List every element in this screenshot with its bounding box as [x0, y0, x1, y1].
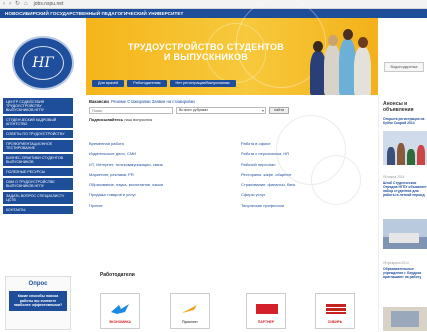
- search-input[interactable]: [89, 107, 173, 114]
- employer-logo-prospect[interactable]: Проспект: [170, 293, 210, 329]
- category-link[interactable]: ИТ, Интернет, телекоммуникации, связь: [89, 160, 219, 170]
- home-icon[interactable]: ⌂: [24, 1, 28, 7]
- news-heading: Анонсы и объявления: [383, 101, 414, 113]
- category-link[interactable]: Маркетинг, реклама, PR: [89, 170, 219, 180]
- partner-icon: [256, 304, 278, 314]
- back-icon[interactable]: ‹: [3, 1, 5, 7]
- category-select[interactable]: Во всех рубриках: [176, 107, 266, 114]
- poll-question[interactable]: Какие способы поиска работы вы считаете …: [9, 291, 67, 311]
- employer-caption: СИБИРЬ: [327, 320, 343, 324]
- sidebar-item-ask-question[interactable]: Задать вопрос специалисту ЦСТВ: [3, 192, 73, 204]
- sidebar: Центр содействия трудоустройству выпускн…: [0, 95, 77, 332]
- banner-title-line: ТРУДОУСТРОЙСТВО СТУДЕНТОВ: [127, 42, 285, 52]
- news-item[interactable]: Образовательные учреждения г. Бердска пр…: [383, 267, 427, 279]
- employer-logo-sibir[interactable]: СИБИРЬ: [315, 293, 355, 329]
- news-item[interactable]: Штаб Студенческих Отрядов НГПУ объявляет…: [383, 181, 427, 197]
- tab-employers[interactable]: Работодателям: [127, 80, 167, 87]
- forward-icon[interactable]: ›: [9, 1, 11, 7]
- browser-toolbar: ‹ › ↻ ⌂ jobs.nspu.net: [0, 0, 427, 9]
- students-photo: [308, 26, 376, 95]
- person-figure: [354, 37, 371, 95]
- category-link[interactable]: Работа в офисе: [241, 139, 371, 149]
- tab-graduates[interactable]: Нет регистрации/Выпускникам: [169, 80, 236, 87]
- news-photo[interactable]: [383, 307, 427, 331]
- search-bar: Во всех рубриках найти: [89, 107, 290, 114]
- sidebar-item-resources[interactable]: Полезные ресурсы: [3, 168, 73, 176]
- right-panel-button[interactable]: Водоподкрепка: [384, 62, 424, 72]
- banner-image: ТРУДОУСТРОЙСТВО СТУДЕНТОВ И ВЫПУСКНИКОВ …: [86, 0, 378, 95]
- poll-widget: Опрос Какие способы поиска работы вы счи…: [5, 276, 71, 330]
- logo-monogram: НГ: [22, 46, 64, 80]
- category-link[interactable]: Образование, наука, воспитание, языки: [89, 180, 219, 190]
- university-logo[interactable]: НГ: [12, 36, 74, 90]
- category-link[interactable]: Продажа товаров и услуг: [89, 190, 219, 200]
- category-link[interactable]: Рестораны, кафе, общепит: [241, 170, 371, 180]
- sidebar-item-advice[interactable]: Советы по трудоустройству: [3, 130, 73, 138]
- logo-column: НГ: [0, 18, 86, 95]
- main-content: Вакансии Резюме Стажировки Заявки на ста…: [86, 95, 373, 332]
- category-link[interactable]: Прочее: [89, 201, 219, 211]
- news-link[interactable]: Открыта регистрация на Кубок Скорой 2014: [383, 117, 427, 125]
- banner-title: ТРУДОУСТРОЙСТВО СТУДЕНТОВ И ВЫПУСКНИКОВ: [116, 42, 296, 62]
- vacancy-nav-links[interactable]: Резюме Стажировки Заявки на стажировки: [111, 99, 195, 104]
- news-photo[interactable]: [383, 131, 427, 165]
- employer-caption: ПАРТНЕР: [257, 320, 275, 324]
- employer-logo-partner[interactable]: ПАРТНЕР: [246, 293, 286, 329]
- subscribe-line: Подписывайтесь наш вопросник: [89, 117, 152, 122]
- category-link[interactable]: Временная работа: [89, 139, 219, 149]
- sidebar-item-testing[interactable]: Профориентационное тестирование: [3, 140, 73, 152]
- sidebar-item-media[interactable]: СМИ о трудоустройстве выпускников НГПУ: [3, 178, 73, 190]
- poll-title: Опрос: [28, 281, 48, 287]
- employer-logos: ЭКОНОМИКА Проспект ПАРТНЕР СИБИРЬ: [100, 293, 362, 329]
- subscribe-link[interactable]: Подписывайтесь: [89, 117, 123, 122]
- category-link[interactable]: Издательское дело, СМИ: [89, 149, 219, 159]
- news-column: Анонсы и объявления Открыта регистрация …: [378, 95, 427, 332]
- dove-icon: [111, 304, 129, 314]
- search-button[interactable]: найти: [269, 107, 290, 114]
- category-link[interactable]: Творческие профессии: [241, 201, 371, 211]
- employer-logo-dove[interactable]: ЭКОНОМИКА: [100, 293, 140, 329]
- category-column-left: Временная работа Издательское дело, СМИ …: [89, 139, 219, 211]
- subscribe-text: наш вопросник: [123, 117, 153, 122]
- sidebar-item-student-agency[interactable]: Студенческий кадровый агентство: [3, 116, 73, 128]
- category-column-right: Работа в офисе Работа с персоналом, HR Р…: [241, 139, 371, 211]
- category-link[interactable]: Сферы услуг: [241, 190, 371, 200]
- category-link[interactable]: Страхование, финансы, банк: [241, 180, 371, 190]
- tab-vacancies[interactable]: Вакансии: [89, 99, 109, 104]
- banner: НГ ТРУДОУСТРОЙСТВО СТУДЕНТОВ И ВЫПУСКНИК…: [0, 0, 427, 95]
- university-bar[interactable]: НОВОСИБИРСКИЙ ГОСУДАРСТВЕННЫЙ ПЕДАГОГИЧЕ…: [0, 9, 427, 18]
- sidebar-item-career-center[interactable]: Центр содействия трудоустройству выпускн…: [3, 98, 73, 114]
- banner-tabs: Для врачей Работодателям Нет регистрации…: [92, 80, 236, 87]
- category-link[interactable]: Работа с персоналом, HR: [241, 149, 371, 159]
- news-date: 05 марта 2014: [383, 175, 405, 179]
- arrow-logo-icon: [182, 305, 197, 313]
- employer-caption: Проспект: [182, 320, 198, 324]
- news-date: 25 февраля 2014: [383, 261, 409, 265]
- employers-heading: Работодатели: [100, 272, 135, 278]
- reload-icon[interactable]: ↻: [15, 1, 20, 7]
- address-bar[interactable]: jobs.nspu.net: [34, 1, 64, 7]
- sidebar-menu: Центр содействия трудоустройству выпускн…: [3, 98, 73, 216]
- stripes-logo-icon: [326, 304, 346, 314]
- tab-students[interactable]: Для врачей: [92, 80, 125, 87]
- vacancy-nav: Вакансии Резюме Стажировки Заявки на ста…: [89, 99, 195, 104]
- banner-right-panel: Водоподкрепка: [378, 18, 427, 95]
- category-link[interactable]: Рабочий персонал: [241, 160, 371, 170]
- sidebar-item-practices[interactable]: Бизнес-практики студентов выпускников: [3, 154, 73, 166]
- sidebar-item-contacts[interactable]: Контакты: [3, 206, 73, 214]
- employer-caption: ЭКОНОМИКА: [109, 320, 131, 324]
- news-photo[interactable]: [383, 219, 427, 249]
- banner-title-line: И ВЫПУСКНИКОВ: [163, 52, 249, 62]
